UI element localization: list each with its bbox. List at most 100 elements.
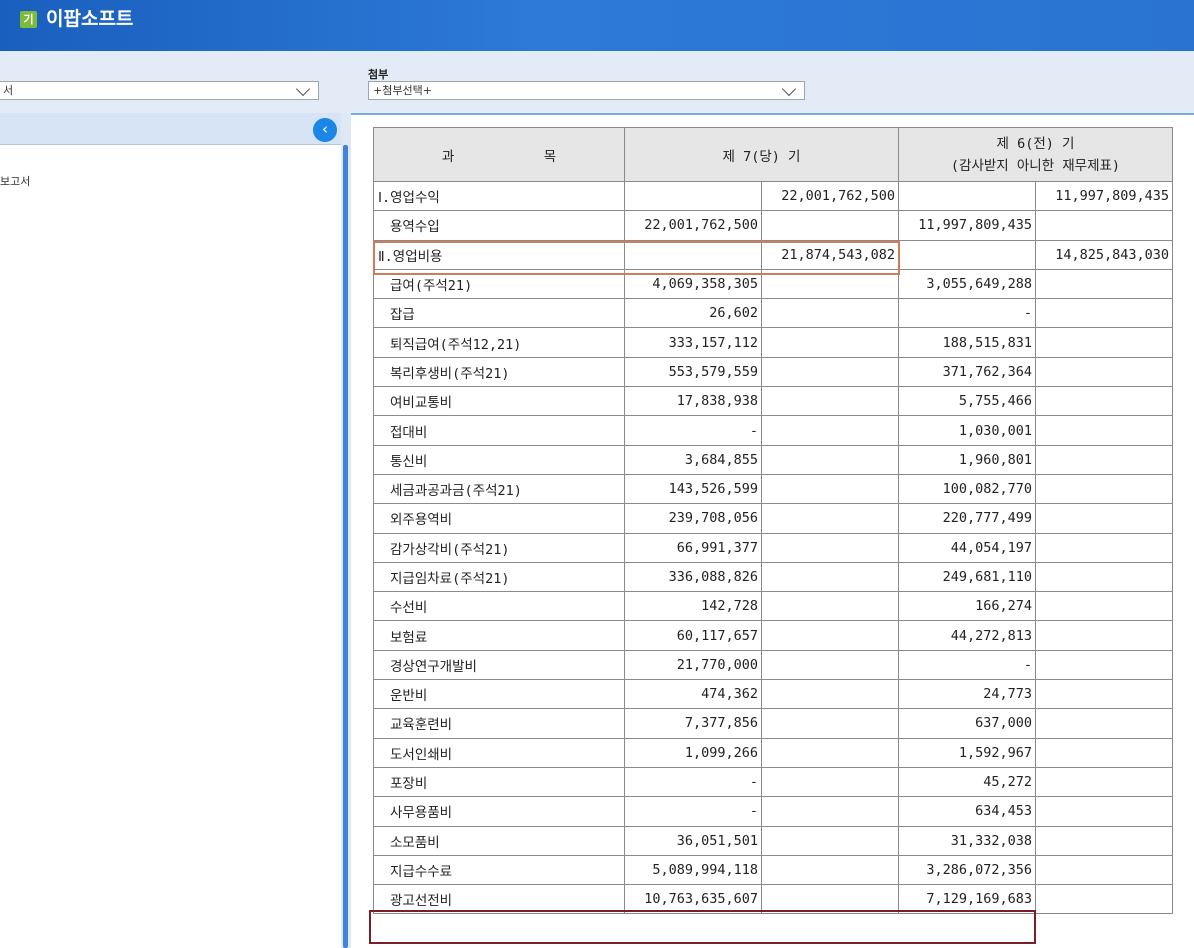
amount-cell: 5,755,466 [898, 386, 1036, 417]
amount-cell [1035, 444, 1173, 475]
amount-cell: 1,960,801 [898, 444, 1036, 475]
collapse-panel-button[interactable]: ‹ [313, 118, 337, 142]
amount-cell [761, 210, 899, 241]
report-select[interactable]: 서 [0, 81, 319, 100]
scrollbar-thumb[interactable] [343, 145, 348, 948]
table-row: Ⅱ.영업비용 21,874,543,082 14,825,843,030 [373, 239, 1173, 270]
amount-cell [1035, 854, 1173, 886]
amount-cell: 17,838,938 [624, 386, 762, 417]
amount-cell [761, 679, 899, 710]
amount-cell [1035, 796, 1173, 827]
amount-cell [1035, 327, 1173, 358]
amount-cell [761, 649, 899, 681]
amount-cell [761, 415, 899, 446]
attach-select[interactable]: +첨부선택+ [368, 81, 805, 100]
account-name: 보험료 [373, 620, 625, 651]
account-name: 지급수수료 [373, 854, 625, 886]
amount-cell: 3,055,649,288 [898, 268, 1036, 300]
amount-cell: 66,991,377 [624, 532, 762, 563]
report-select-value: 서 [3, 84, 14, 97]
header-prior-period: 제 6(전) 기 (감사받지 아니한 재무제표) [898, 127, 1173, 182]
account-name: 경상연구개발비 [373, 649, 625, 681]
account-name: 교육훈련비 [373, 708, 625, 739]
amount-cell: 1,030,001 [898, 415, 1036, 446]
table-row: 여비교통비 17,838,938 5,755,466 [373, 386, 1173, 417]
account-name: 포장비 [373, 766, 625, 798]
amount-cell [624, 180, 762, 212]
account-name: 소모품비 [373, 825, 625, 856]
amount-cell [1035, 679, 1173, 710]
account-name: 수선비 [373, 591, 625, 622]
account-name: 외주용역비 [373, 503, 625, 534]
table-row: 운반비 474,362 24,773 [373, 679, 1173, 710]
account-name: 급여(주석21) [373, 268, 625, 300]
amount-cell: 143,526,599 [624, 473, 762, 505]
amount-cell: 4,069,358,305 [624, 268, 762, 300]
amount-cell [761, 561, 899, 593]
account-name: 통신비 [373, 444, 625, 475]
account-name: 잡급 [373, 298, 625, 329]
account-name: 용역수입 [373, 210, 625, 241]
amount-cell: 188,515,831 [898, 327, 1036, 358]
account-name: 퇴직급여(주석12,21) [373, 327, 625, 358]
attach-label: 첨부 [368, 68, 389, 81]
amount-cell [761, 356, 899, 388]
amount-cell: - [898, 649, 1036, 681]
table-row: 경상연구개발비 21,770,000 - [373, 649, 1173, 681]
amount-cell: 3,286,072,356 [898, 854, 1036, 886]
account-name: 운반비 [373, 679, 625, 710]
table-row: Ⅰ.영업수익 22,001,762,500 11,997,809,435 [373, 180, 1173, 212]
account-name: 여비교통비 [373, 386, 625, 417]
amount-cell: 5,089,994,118 [624, 854, 762, 886]
amount-cell: 333,157,112 [624, 327, 762, 358]
amount-cell [1035, 884, 1173, 915]
table-row: 도서인쇄비 1,099,266 1,592,967 [373, 737, 1173, 768]
amount-cell: 22,001,762,500 [624, 210, 762, 241]
account-name: 복리후생비(주석21) [373, 356, 625, 388]
amount-cell [761, 796, 899, 827]
header-prior-period-line1: 제 6(전) 기 [996, 135, 1075, 152]
amount-cell: - [624, 796, 762, 827]
attach-select-value: +첨부선택+ [373, 84, 432, 97]
filter-bar: 서 첨부 +첨부선택+ [0, 51, 1194, 113]
amount-cell: 634,453 [898, 796, 1036, 827]
amount-cell: 21,770,000 [624, 649, 762, 681]
amount-cell: 336,088,826 [624, 561, 762, 593]
amount-cell: 44,054,197 [898, 532, 1036, 563]
amount-cell: 3,684,855 [624, 444, 762, 475]
amount-cell [898, 239, 1036, 270]
amount-cell [1035, 561, 1173, 593]
amount-cell [1035, 649, 1173, 681]
table-row: 복리후생비(주석21) 553,579,559 371,762,364 [373, 356, 1173, 388]
amount-cell [1035, 591, 1173, 622]
amount-cell: 44,272,813 [898, 620, 1036, 651]
table-row: 잡급 26,602 - [373, 298, 1173, 329]
amount-cell [1035, 532, 1173, 563]
app-logo-icon: 기 [20, 11, 37, 28]
amount-cell: 100,082,770 [898, 473, 1036, 505]
table-row: 세금과공과금(주석21) 143,526,599 100,082,770 [373, 473, 1173, 505]
header-prior-period-line2: (감사받지 아니한 재무제표) [950, 157, 1121, 174]
amount-cell [761, 884, 899, 915]
amount-cell: 31,332,038 [898, 825, 1036, 856]
account-name: 감가상각비(주석21) [373, 532, 625, 563]
chevron-down-icon [295, 81, 311, 97]
amount-cell [761, 532, 899, 563]
amount-cell: 21,874,543,082 [761, 239, 899, 270]
amount-cell [761, 737, 899, 768]
amount-cell [624, 239, 762, 270]
amount-cell [761, 854, 899, 886]
amount-cell [761, 298, 899, 329]
amount-cell: 553,579,559 [624, 356, 762, 388]
table-row: 통신비 3,684,855 1,960,801 [373, 444, 1173, 475]
tree-item-report[interactable]: 보고서 [0, 173, 30, 189]
app-title: 이팝소프트 [46, 8, 134, 30]
amount-cell [1035, 473, 1173, 505]
amount-cell [1035, 737, 1173, 768]
account-name: 사무용품비 [373, 796, 625, 827]
chevron-left-icon: ‹ [322, 120, 328, 138]
amount-cell [761, 473, 899, 505]
amount-cell [898, 180, 1036, 212]
table-row: 광고선전비 10,763,635,607 7,129,169,683 [373, 884, 1173, 915]
amount-cell [761, 591, 899, 622]
